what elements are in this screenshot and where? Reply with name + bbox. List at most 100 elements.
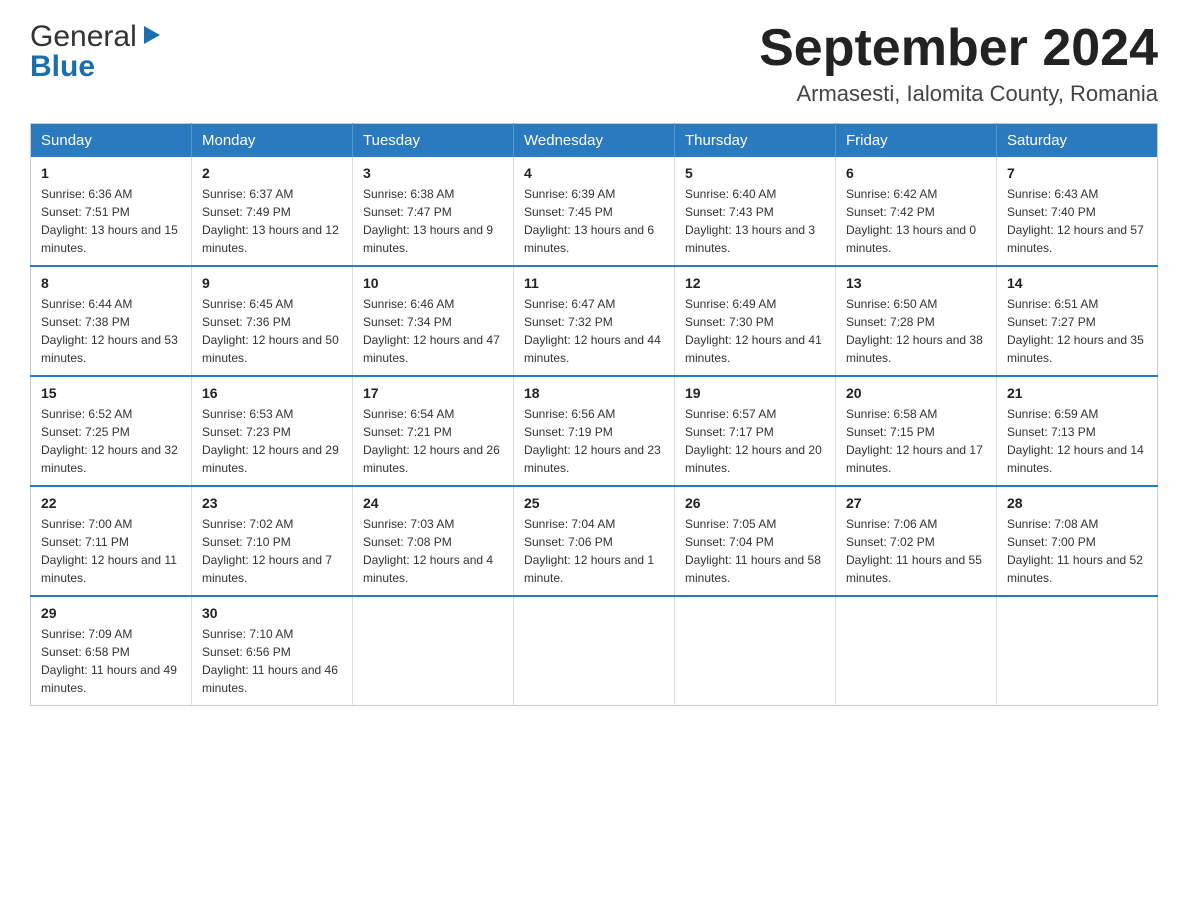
- day-number: 15: [41, 385, 181, 401]
- calendar-day-13: 13Sunrise: 6:50 AMSunset: 7:28 PMDayligh…: [836, 266, 997, 376]
- day-info: Sunrise: 7:00 AMSunset: 7:11 PMDaylight:…: [41, 515, 181, 587]
- day-number: 10: [363, 275, 503, 291]
- day-number: 18: [524, 385, 664, 401]
- day-info: Sunrise: 7:05 AMSunset: 7:04 PMDaylight:…: [685, 515, 825, 587]
- day-number: 7: [1007, 165, 1147, 181]
- calendar-empty-cell: [675, 596, 836, 706]
- day-info: Sunrise: 6:39 AMSunset: 7:45 PMDaylight:…: [524, 185, 664, 257]
- calendar-week-row: 8 Sunrise: 6:44 AMSunset: 7:38 PMDaylight…: [31, 266, 1158, 376]
- day-number: 26: [685, 495, 825, 511]
- calendar-day-20: 20 Sunrise: 6:58 AMSunset: 7:15 PMDayligh…: [836, 376, 997, 486]
- day-number: 30: [202, 605, 342, 621]
- day-number: 8: [41, 275, 181, 291]
- calendar-empty-cell: [836, 596, 997, 706]
- calendar-day-15: 15 Sunrise: 6:52 AMSunset: 7:25 PMDayligh…: [31, 376, 192, 486]
- day-info: Sunrise: 6:42 AMSunset: 7:42 PMDaylight:…: [846, 185, 986, 257]
- calendar-day-14: 14 Sunrise: 6:51 AMSunset: 7:27 PMDayligh…: [997, 266, 1158, 376]
- day-number: 20: [846, 385, 986, 401]
- header-saturday: Saturday: [997, 124, 1158, 158]
- day-number: 2: [202, 165, 342, 181]
- day-number: 5: [685, 165, 825, 181]
- day-number: 27: [846, 495, 986, 511]
- day-number: 24: [363, 495, 503, 511]
- month-title: September 2024: [759, 20, 1158, 77]
- day-number: 9: [202, 275, 342, 291]
- calendar-day-26: 26 Sunrise: 7:05 AMSunset: 7:04 PMDayligh…: [675, 486, 836, 596]
- calendar-empty-cell: [353, 596, 514, 706]
- day-number: 14: [1007, 275, 1147, 291]
- calendar-header-row: SundayMondayTuesdayWednesdayThursdayFrid…: [31, 124, 1158, 158]
- header-friday: Friday: [836, 124, 997, 158]
- calendar-day-2: 2 Sunrise: 6:37 AMSunset: 7:49 PMDaylight…: [192, 157, 353, 266]
- day-info: Sunrise: 6:52 AMSunset: 7:25 PMDaylight:…: [41, 405, 181, 477]
- day-info: Sunrise: 6:57 AMSunset: 7:17 PMDaylight:…: [685, 405, 825, 477]
- logo-blue-text: Blue: [30, 50, 162, 84]
- day-info: Sunrise: 6:40 AMSunset: 7:43 PMDaylight:…: [685, 185, 825, 257]
- day-info: Sunrise: 6:47 AMSunset: 7:32 PMDaylight:…: [524, 295, 664, 367]
- calendar-day-28: 28 Sunrise: 7:08 AMSunset: 7:00 PMDayligh…: [997, 486, 1158, 596]
- day-info: Sunrise: 6:56 AMSunset: 7:19 PMDaylight:…: [524, 405, 664, 477]
- day-info: Sunrise: 6:38 AMSunset: 7:47 PMDaylight:…: [363, 185, 503, 257]
- calendar-day-19: 19 Sunrise: 6:57 AMSunset: 7:17 PMDayligh…: [675, 376, 836, 486]
- day-info: Sunrise: 6:46 AMSunset: 7:34 PMDaylight:…: [363, 295, 503, 367]
- day-number: 4: [524, 165, 664, 181]
- calendar-day-18: 18 Sunrise: 6:56 AMSunset: 7:19 PMDayligh…: [514, 376, 675, 486]
- calendar-day-10: 10 Sunrise: 6:46 AMSunset: 7:34 PMDayligh…: [353, 266, 514, 376]
- day-info: Sunrise: 6:59 AMSunset: 7:13 PMDaylight:…: [1007, 405, 1147, 477]
- calendar-day-21: 21 Sunrise: 6:59 AMSunset: 7:13 PMDayligh…: [997, 376, 1158, 486]
- day-number: 28: [1007, 495, 1147, 511]
- day-info: Sunrise: 7:10 AMSunset: 6:56 PMDaylight:…: [202, 625, 342, 697]
- calendar-day-24: 24 Sunrise: 7:03 AMSunset: 7:08 PMDayligh…: [353, 486, 514, 596]
- logo-arrow-icon: [140, 20, 162, 54]
- header-monday: Monday: [192, 124, 353, 158]
- day-info: Sunrise: 6:58 AMSunset: 7:15 PMDaylight:…: [846, 405, 986, 477]
- day-info: Sunrise: 7:02 AMSunset: 7:10 PMDaylight:…: [202, 515, 342, 587]
- day-info: Sunrise: 6:36 AMSunset: 7:51 PMDaylight:…: [41, 185, 181, 257]
- calendar-day-3: 3 Sunrise: 6:38 AMSunset: 7:47 PMDaylight…: [353, 157, 514, 266]
- header-tuesday: Tuesday: [353, 124, 514, 158]
- calendar-day-4: 4 Sunrise: 6:39 AMSunset: 7:45 PMDaylight…: [514, 157, 675, 266]
- day-number: 3: [363, 165, 503, 181]
- day-info: Sunrise: 7:06 AMSunset: 7:02 PMDaylight:…: [846, 515, 986, 587]
- calendar-day-11: 11 Sunrise: 6:47 AMSunset: 7:32 PMDayligh…: [514, 266, 675, 376]
- day-info: Sunrise: 7:04 AMSunset: 7:06 PMDaylight:…: [524, 515, 664, 587]
- page-header: General Blue September 2024 Armasesti, I…: [30, 20, 1158, 107]
- day-info: Sunrise: 7:08 AMSunset: 7:00 PMDaylight:…: [1007, 515, 1147, 587]
- day-info: Sunrise: 6:54 AMSunset: 7:21 PMDaylight:…: [363, 405, 503, 477]
- calendar-week-row: 15 Sunrise: 6:52 AMSunset: 7:25 PMDayligh…: [31, 376, 1158, 486]
- header-wednesday: Wednesday: [514, 124, 675, 158]
- day-info: Sunrise: 7:03 AMSunset: 7:08 PMDaylight:…: [363, 515, 503, 587]
- day-info: Sunrise: 6:53 AMSunset: 7:23 PMDaylight:…: [202, 405, 342, 477]
- calendar-day-29: 29Sunrise: 7:09 AMSunset: 6:58 PMDayligh…: [31, 596, 192, 706]
- calendar-day-7: 7Sunrise: 6:43 AMSunset: 7:40 PMDaylight…: [997, 157, 1158, 266]
- calendar-week-row: 1Sunrise: 6:36 AMSunset: 7:51 PMDaylight…: [31, 157, 1158, 266]
- day-info: Sunrise: 6:45 AMSunset: 7:36 PMDaylight:…: [202, 295, 342, 367]
- calendar-week-row: 22Sunrise: 7:00 AMSunset: 7:11 PMDayligh…: [31, 486, 1158, 596]
- calendar-empty-cell: [514, 596, 675, 706]
- day-info: Sunrise: 6:51 AMSunset: 7:27 PMDaylight:…: [1007, 295, 1147, 367]
- calendar-day-9: 9 Sunrise: 6:45 AMSunset: 7:36 PMDaylight…: [192, 266, 353, 376]
- day-number: 6: [846, 165, 986, 181]
- day-info: Sunrise: 6:44 AMSunset: 7:38 PMDaylight:…: [41, 295, 181, 367]
- day-number: 17: [363, 385, 503, 401]
- day-number: 23: [202, 495, 342, 511]
- calendar-week-row: 29Sunrise: 7:09 AMSunset: 6:58 PMDayligh…: [31, 596, 1158, 706]
- day-info: Sunrise: 7:09 AMSunset: 6:58 PMDaylight:…: [41, 625, 181, 697]
- day-info: Sunrise: 6:37 AMSunset: 7:49 PMDaylight:…: [202, 185, 342, 257]
- day-number: 21: [1007, 385, 1147, 401]
- location-title: Armasesti, Ialomita County, Romania: [759, 81, 1158, 107]
- calendar-day-17: 17 Sunrise: 6:54 AMSunset: 7:21 PMDayligh…: [353, 376, 514, 486]
- day-number: 13: [846, 275, 986, 291]
- day-number: 19: [685, 385, 825, 401]
- calendar-day-30: 30 Sunrise: 7:10 AMSunset: 6:56 PMDayligh…: [192, 596, 353, 706]
- calendar-day-6: 6 Sunrise: 6:42 AMSunset: 7:42 PMDaylight…: [836, 157, 997, 266]
- day-number: 25: [524, 495, 664, 511]
- header-thursday: Thursday: [675, 124, 836, 158]
- day-number: 11: [524, 275, 664, 291]
- day-number: 16: [202, 385, 342, 401]
- calendar-empty-cell: [997, 596, 1158, 706]
- calendar-day-12: 12Sunrise: 6:49 AMSunset: 7:30 PMDayligh…: [675, 266, 836, 376]
- logo-general-text: General: [30, 20, 137, 54]
- header-sunday: Sunday: [31, 124, 192, 158]
- calendar-day-16: 16 Sunrise: 6:53 AMSunset: 7:23 PMDayligh…: [192, 376, 353, 486]
